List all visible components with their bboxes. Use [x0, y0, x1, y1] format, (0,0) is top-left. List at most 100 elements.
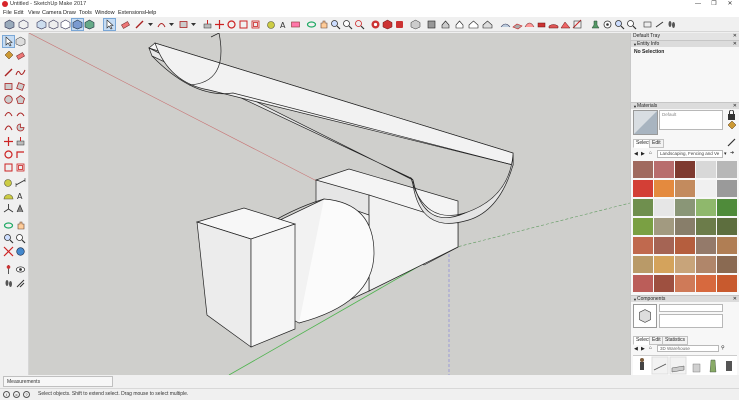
move-tool-icon[interactable]: [3, 136, 14, 147]
component-name-field[interactable]: [659, 304, 723, 312]
material-swatch[interactable]: [696, 218, 716, 235]
pan-tool-icon[interactable]: [15, 220, 26, 231]
warehouse-icon[interactable]: [370, 19, 381, 30]
walk-tool-icon[interactable]: [3, 278, 14, 289]
section-plane-icon[interactable]: [626, 19, 637, 30]
material-swatch[interactable]: [675, 218, 695, 235]
select-icon[interactable]: [103, 18, 116, 31]
rotated-rectangle-icon[interactable]: [15, 81, 26, 92]
maximize-button[interactable]: ❐: [706, 0, 722, 9]
components-header[interactable]: ▼ Components ✕: [631, 295, 739, 302]
components-tab-statistics[interactable]: Statistics: [662, 336, 689, 345]
material-swatch[interactable]: [675, 237, 695, 254]
material-swatch[interactable]: [696, 256, 716, 273]
menu-window[interactable]: Window: [95, 9, 115, 17]
material-swatch[interactable]: [696, 275, 716, 292]
scale-icon[interactable]: [238, 19, 249, 30]
share-model-icon[interactable]: [382, 19, 393, 30]
footprint-icon[interactable]: [666, 19, 677, 30]
back-view-icon[interactable]: [468, 19, 479, 30]
walk-icon[interactable]: [614, 19, 625, 30]
components-forward-icon[interactable]: ▶: [641, 346, 645, 352]
smoove-icon[interactable]: [524, 19, 535, 30]
top-view-icon[interactable]: [426, 19, 437, 30]
pencil-line-icon[interactable]: [134, 19, 145, 30]
circle-tool-icon[interactable]: [3, 94, 14, 105]
protractor-icon[interactable]: [3, 190, 14, 201]
material-swatch[interactable]: [717, 256, 737, 273]
display-cuts-icon[interactable]: [654, 19, 665, 30]
look-around-tool-icon[interactable]: [15, 264, 26, 275]
shaded-icon[interactable]: [71, 18, 84, 31]
material-swatch[interactable]: [696, 161, 716, 178]
tray-close-icon[interactable]: ✕: [733, 33, 737, 40]
component-description-field[interactable]: [659, 314, 723, 328]
material-swatch[interactable]: [654, 218, 674, 235]
menu-tools[interactable]: Tools: [79, 9, 92, 17]
material-swatch[interactable]: [654, 275, 674, 292]
help-icon[interactable]: ?: [23, 391, 30, 398]
zoom-window-icon[interactable]: [342, 19, 353, 30]
iso-view-icon[interactable]: [4, 19, 15, 30]
sandbox-from-scratch-icon[interactable]: [512, 19, 523, 30]
push-pull-icon[interactable]: [202, 19, 213, 30]
menu-extensions[interactable]: Extensions: [118, 9, 145, 17]
zoom-extents-tool-icon[interactable]: [3, 246, 14, 257]
dropdown-icon[interactable]: [188, 19, 199, 30]
component-thumb-person[interactable]: [634, 357, 650, 374]
minimize-button[interactable]: —: [690, 0, 706, 9]
material-swatch[interactable]: [633, 237, 653, 254]
follow-me-icon[interactable]: [15, 149, 26, 160]
material-swatch[interactable]: [717, 275, 737, 292]
create-material-icon[interactable]: [726, 120, 737, 130]
material-swatch[interactable]: [654, 237, 674, 254]
home-icon[interactable]: ⌂: [649, 150, 652, 156]
select-tool-icon[interactable]: [2, 35, 15, 48]
material-swatch[interactable]: [633, 256, 653, 273]
components-back-icon[interactable]: ◀: [634, 346, 638, 352]
eraser-icon[interactable]: [120, 19, 131, 30]
warehouse-search-input[interactable]: 3D Warehouse: [657, 345, 719, 352]
material-swatch[interactable]: [675, 275, 695, 292]
material-swatch[interactable]: [654, 180, 674, 197]
three-point-arc-icon[interactable]: [3, 122, 14, 133]
rectangle-tool-icon[interactable]: [3, 81, 14, 92]
menu-camera[interactable]: Camera: [42, 9, 62, 17]
sample-paint-icon[interactable]: [726, 137, 736, 147]
material-swatch[interactable]: [717, 218, 737, 235]
left-block[interactable]: [195, 207, 297, 348]
zoom-tool-icon[interactable]: [3, 233, 14, 244]
drape-icon[interactable]: [548, 19, 559, 30]
offset-tool-icon[interactable]: [15, 162, 26, 173]
material-swatch[interactable]: [633, 161, 653, 178]
entity-info-header[interactable]: ▼ Entity Info ✕: [631, 40, 739, 47]
material-swatch[interactable]: [633, 180, 653, 197]
material-swatch[interactable]: [696, 237, 716, 254]
orbit-tool-icon[interactable]: [3, 220, 14, 231]
material-swatch[interactable]: [675, 199, 695, 216]
component-thumb-2[interactable]: [651, 356, 669, 375]
material-swatch[interactable]: [696, 199, 716, 216]
display-secondary-icon[interactable]: [726, 110, 735, 120]
material-swatch[interactable]: [675, 256, 695, 273]
measurements-box[interactable]: Measurements: [3, 376, 113, 387]
left-view-icon[interactable]: [482, 19, 493, 30]
component-thumb-4[interactable]: [688, 357, 704, 374]
geo-location-icon[interactable]: i: [3, 391, 10, 398]
search-icon[interactable]: ⚲: [721, 345, 725, 351]
extension-warehouse-icon[interactable]: [394, 19, 405, 30]
3d-text-icon[interactable]: [15, 203, 26, 214]
close-button[interactable]: ✕: [722, 0, 738, 9]
menu-file[interactable]: File: [3, 9, 12, 17]
text-tool-icon[interactable]: A: [15, 190, 26, 201]
tape-measure-tool-icon[interactable]: [3, 177, 14, 188]
material-swatch[interactable]: [633, 218, 653, 235]
wire-icon[interactable]: [60, 19, 71, 30]
forward-arrow-icon[interactable]: ▶: [641, 151, 645, 157]
stamp-icon[interactable]: [536, 19, 547, 30]
paint-bucket-icon[interactable]: [3, 50, 14, 61]
pan-icon[interactable]: [318, 19, 329, 30]
orbit-icon[interactable]: [306, 19, 317, 30]
material-swatch[interactable]: [696, 180, 716, 197]
wireframe-view-icon[interactable]: [18, 19, 29, 30]
